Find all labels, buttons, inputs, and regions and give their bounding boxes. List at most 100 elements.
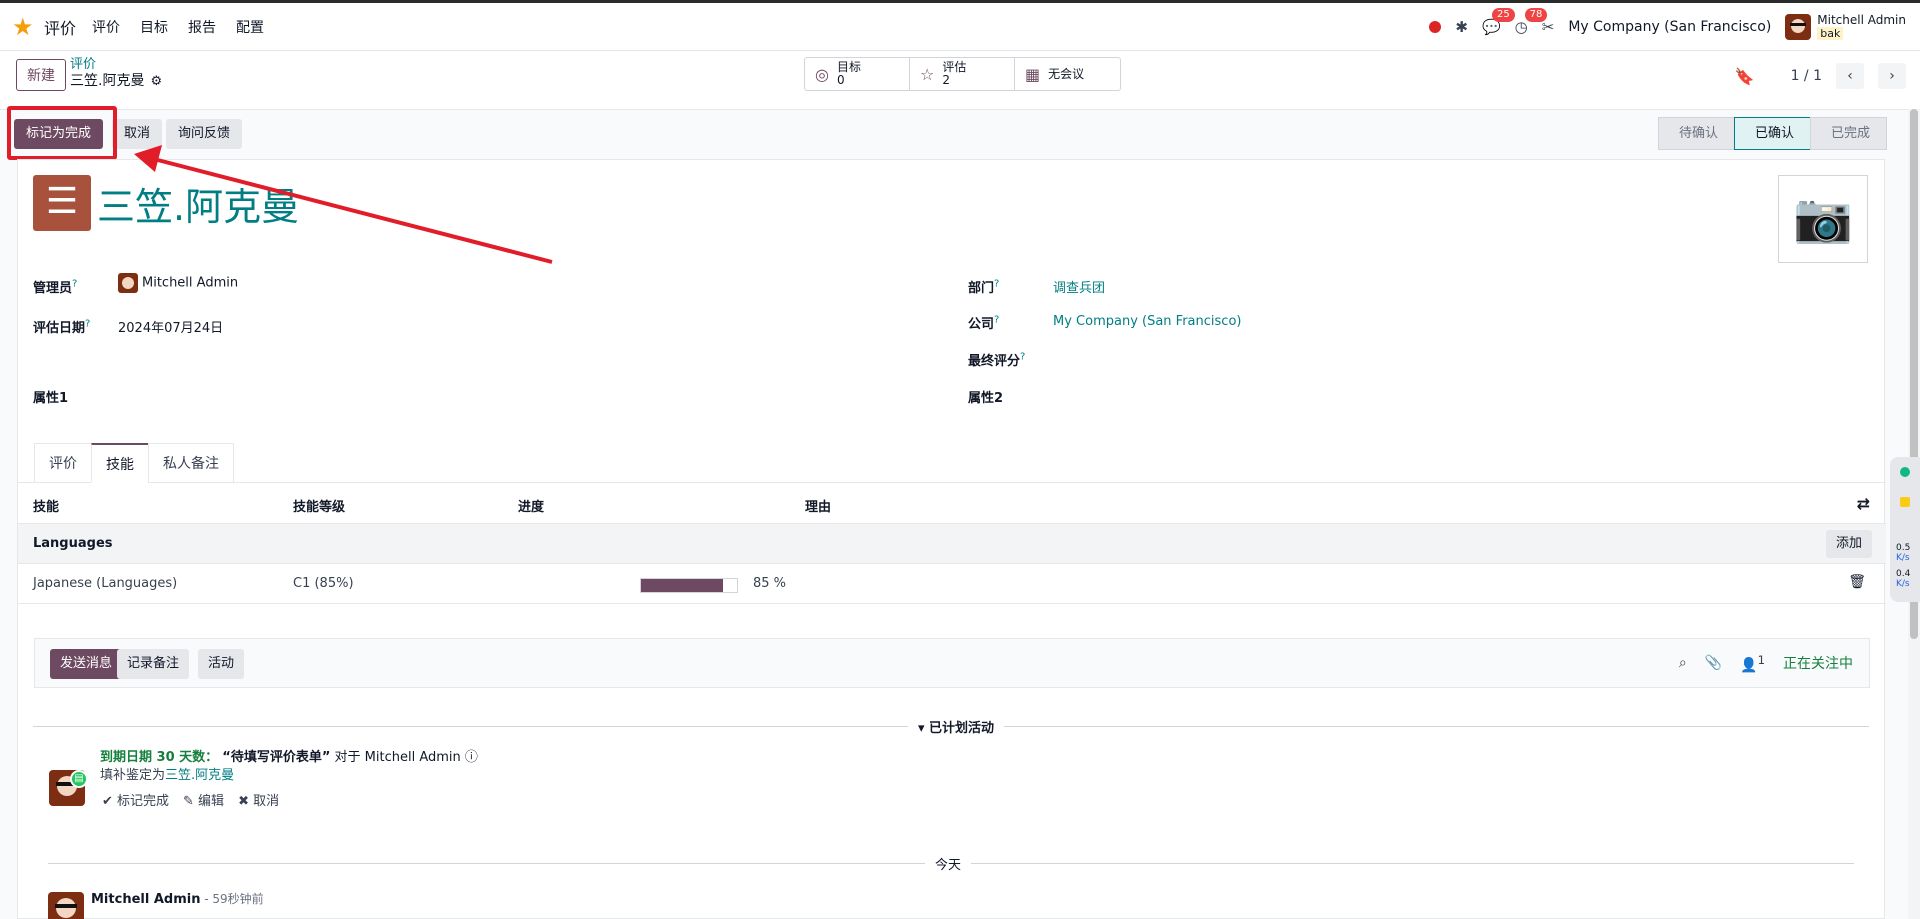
info-icon[interactable]: ⓘ bbox=[465, 750, 478, 765]
optional-columns-icon[interactable]: ⇄ bbox=[1857, 494, 1870, 513]
pager-previous-button[interactable]: ‹ bbox=[1836, 63, 1864, 89]
message-time: - 59秒钟前 bbox=[200, 892, 264, 906]
column-skill[interactable]: 技能 bbox=[33, 496, 59, 515]
menu-lines-icon: ☰ bbox=[33, 175, 91, 231]
debug-bug-icon[interactable]: ✱ bbox=[1455, 18, 1468, 36]
menu-item-configuration[interactable]: 配置 bbox=[236, 17, 264, 37]
new-button[interactable]: 新建 bbox=[16, 59, 66, 91]
column-justification[interactable]: 理由 bbox=[805, 496, 831, 515]
log-note-button[interactable]: 记录备注 bbox=[117, 649, 190, 679]
company-switcher[interactable]: My Company (San Francisco) bbox=[1568, 19, 1771, 35]
appraisal-date-field[interactable]: 2024年07月24日 bbox=[118, 317, 223, 336]
activity-mark-done-link[interactable]: ✔ 标记完成 bbox=[102, 790, 169, 809]
today-label: 今天 bbox=[925, 854, 972, 873]
appraisals-smart-button[interactable]: ☆ 评估 2 bbox=[910, 58, 1015, 90]
meeting-smart-button[interactable]: ▦ 无会议 bbox=[1015, 58, 1120, 90]
bookmark-icon[interactable]: 🔖 bbox=[1735, 67, 1755, 86]
activity-record-link[interactable]: 三笠.阿克曼 bbox=[165, 768, 234, 783]
manager-field[interactable]: Mitchell Admin bbox=[118, 273, 238, 293]
tab-private-notes[interactable]: 私人备注 bbox=[148, 443, 234, 483]
breadcrumb-parent[interactable]: 评价 bbox=[70, 57, 162, 73]
form-sheet: ☰ 三笠.阿克曼 📷 管理员? Mitchell Admin 评估日期? 202… bbox=[17, 159, 1886, 919]
user-avatar bbox=[1785, 14, 1812, 40]
activity-button[interactable]: 活动 bbox=[198, 649, 245, 679]
network-monitor-widget[interactable]: 0.5 K/s 0.4 K/s bbox=[1890, 457, 1920, 602]
battery-icon bbox=[1900, 497, 1910, 507]
followers-icon[interactable]: 👤1 bbox=[1740, 653, 1765, 674]
chatter-toolbar: 发送消息 记录备注 活动 ⌕ 📎 👤1 正在关注中 bbox=[34, 638, 1870, 688]
activity-cancel-link[interactable]: ✖ 取消 bbox=[238, 790, 279, 809]
message-author: Mitchell Admin - 59秒钟前 bbox=[91, 892, 264, 907]
company-field[interactable]: My Company (San Francisco) bbox=[1053, 314, 1241, 329]
menu-item-reporting[interactable]: 报告 bbox=[188, 17, 216, 37]
smart-buttons: ◎ 目标 0 ☆ 评估 2 ▦ 无会议 bbox=[804, 57, 1121, 91]
final-score-label: 最终评分? bbox=[968, 351, 1026, 369]
main-navbar: ★ 评价 评价 目标 报告 配置 ✱ 💬 25 ◷ 78 ✂ My Company … bbox=[0, 3, 1920, 51]
top-menu: 评价 目标 报告 配置 bbox=[92, 17, 264, 37]
breadcrumb-current: 三笠.阿克曼 bbox=[70, 73, 145, 89]
activity-description: 填补鉴定为三笠.阿克曼 bbox=[100, 768, 235, 783]
skill-progress-bar bbox=[640, 578, 738, 593]
star-icon: ☆ bbox=[920, 64, 935, 84]
send-message-button[interactable]: 发送消息 bbox=[50, 649, 123, 679]
database-name: bak bbox=[1817, 27, 1844, 40]
skill-progress-fill bbox=[641, 579, 723, 592]
company-label: 公司? bbox=[968, 314, 1000, 332]
gear-icon[interactable]: ⚙ bbox=[150, 74, 162, 89]
user-menu[interactable]: Mitchell Admin bak bbox=[1785, 14, 1906, 40]
tools-icon[interactable]: ✂ bbox=[1542, 18, 1555, 36]
app-logo-icon[interactable]: ★ bbox=[12, 14, 38, 40]
search-icon[interactable]: ⌕ bbox=[1679, 655, 1687, 671]
tab-divider bbox=[18, 482, 1886, 483]
stage-pipeline: 待确认 已确认 已完成 bbox=[1657, 117, 1887, 150]
skill-progress-text: 85 % bbox=[753, 576, 787, 591]
breadcrumb: 评价 三笠.阿克曼 ⚙ bbox=[70, 57, 162, 90]
table-row[interactable]: Japanese (Languages) C1 (85%) 85 % 🗑 bbox=[18, 564, 1886, 604]
stage-confirmed[interactable]: 已确认 bbox=[1733, 117, 1811, 150]
notebook-tabs: 评价 技能 私人备注 bbox=[34, 443, 234, 483]
goals-smart-button[interactable]: ◎ 目标 0 bbox=[805, 58, 910, 90]
pager-value[interactable]: 1 / 1 bbox=[1791, 68, 1822, 84]
skill-name-cell: Japanese (Languages) bbox=[33, 576, 178, 591]
following-button[interactable]: 正在关注中 bbox=[1783, 653, 1853, 673]
goals-count: 0 bbox=[836, 73, 845, 87]
activity-type-icon: ▤ bbox=[70, 770, 88, 788]
message-author-avatar bbox=[48, 892, 84, 919]
chat-icon[interactable]: 💬 25 bbox=[1482, 8, 1515, 36]
add-skill-button[interactable]: 添加 bbox=[1825, 530, 1872, 558]
record-title[interactable]: 三笠.阿克曼 bbox=[97, 176, 299, 231]
ask-feedback-button[interactable]: 询问反馈 bbox=[166, 119, 243, 149]
recording-indicator-icon[interactable] bbox=[1429, 21, 1442, 33]
activity-actions: ✔ 标记完成 ✎ 编辑 ✖ 取消 bbox=[102, 790, 279, 809]
department-field[interactable]: 调查兵团 bbox=[1053, 277, 1105, 296]
download-unit: K/s bbox=[1896, 579, 1910, 589]
trash-icon[interactable]: 🗑 bbox=[1848, 574, 1866, 590]
paperclip-icon[interactable]: 📎 bbox=[1705, 655, 1722, 671]
activity-edit-link[interactable]: ✎ 编辑 bbox=[183, 790, 224, 809]
status-dot-icon bbox=[1900, 467, 1910, 477]
employee-photo[interactable]: 📷 bbox=[1778, 175, 1868, 263]
menu-item-goals[interactable]: 目标 bbox=[140, 17, 168, 37]
tab-skills[interactable]: 技能 bbox=[91, 443, 149, 483]
column-progress[interactable]: 进度 bbox=[518, 496, 544, 515]
column-skill-level[interactable]: 技能等级 bbox=[293, 496, 345, 515]
control-panel: 新建 评价 三笠.阿克曼 ⚙ ◎ 目标 0 ☆ 评估 2 ▦ 无会议 🔖 1 / 1 … bbox=[0, 51, 1920, 109]
property2-label: 属性2 bbox=[968, 391, 1004, 406]
menu-item-appraisal[interactable]: 评价 bbox=[92, 17, 120, 37]
manager-avatar bbox=[118, 273, 138, 293]
stage-to-confirm[interactable]: 待确认 bbox=[1657, 117, 1735, 150]
activity-clock-icon[interactable]: ◷ 78 bbox=[1515, 8, 1548, 36]
stage-done[interactable]: 已完成 bbox=[1809, 117, 1887, 150]
department-label: 部门? bbox=[968, 278, 1000, 296]
skill-group-name: Languages bbox=[33, 536, 113, 551]
meeting-label: 无会议 bbox=[1048, 66, 1085, 81]
navbar-systray: ✱ 💬 25 ◷ 78 ✂ My Company (San Francisco) M… bbox=[1429, 3, 1906, 51]
app-name[interactable]: 评价 bbox=[44, 15, 76, 39]
property1-label: 属性1 bbox=[33, 391, 69, 406]
pager-next-button[interactable]: › bbox=[1878, 63, 1906, 89]
calendar-icon: ▦ bbox=[1025, 64, 1041, 84]
planned-activities-toggle[interactable]: ▾ 已计划活动 bbox=[908, 717, 1005, 736]
cancel-button[interactable]: 取消 bbox=[112, 119, 163, 149]
tab-appraisal[interactable]: 评价 bbox=[34, 443, 92, 483]
record-pager: 🔖 1 / 1 ‹ › bbox=[1735, 63, 1906, 89]
